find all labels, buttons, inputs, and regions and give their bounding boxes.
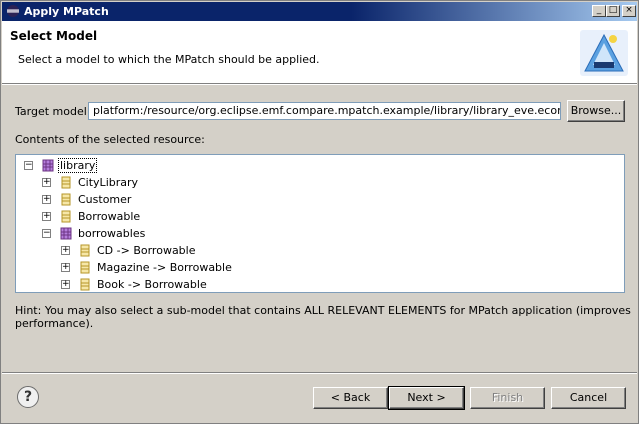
footer-separator [2,372,637,374]
package-icon [42,159,54,172]
class-icon [61,193,71,206]
next-button[interactable]: Next > [388,386,465,410]
tree-item-customer[interactable]: + Customer [16,191,616,208]
contents-label: Contents of the selected resource: [15,133,205,146]
expand-toggle[interactable]: + [42,178,51,187]
collapse-toggle[interactable]: − [24,161,33,170]
class-icon [80,261,90,274]
collapse-toggle[interactable]: − [42,229,51,238]
wizard-banner-icon [580,30,628,76]
finish-button: Finish [470,387,545,409]
tree-item-label: Book -> Borrowable [97,278,207,291]
class-icon [61,210,71,223]
tree-item-borrowables[interactable]: − borrowables [16,225,616,242]
target-model-field[interactable]: platform:/resource/org.eclipse.emf.compa… [88,102,561,120]
close-button[interactable]: × [622,5,636,17]
eclipse-icon [7,5,19,17]
window-title: Apply MPatch [24,5,109,18]
tree-item-cd[interactable]: + CD -> Borrowable [16,242,616,259]
wizard-header: Select Model Select a model to which the… [2,21,637,83]
class-icon [80,244,90,257]
tree-item-label: borrowables [78,227,146,240]
tree-item-label: CD -> Borrowable [97,244,196,257]
tree-item-citylibrary[interactable]: + CityLibrary [16,174,616,191]
tree-item-library[interactable]: − library [16,157,616,174]
help-button[interactable]: ? [17,386,39,408]
tree-item-label: Customer [78,193,132,206]
expand-toggle[interactable]: + [42,195,51,204]
page-description: Select a model to which the MPatch shoul… [18,53,320,66]
minimize-button[interactable]: _ [592,5,606,17]
tree-item-book[interactable]: + Book -> Borrowable [16,276,616,292]
tree-item-label: CityLibrary [78,176,139,189]
expand-toggle[interactable]: + [61,280,70,289]
class-icon [61,176,71,189]
tree-item-label: library [58,158,98,173]
title-bar[interactable]: Apply MPatch _ □ × [2,2,637,21]
maximize-button[interactable]: □ [606,5,620,17]
class-icon [80,278,90,291]
resource-tree[interactable]: − library + CityLibrary + Customer + Bor… [15,154,625,293]
page-title: Select Model [10,29,98,43]
header-separator [2,83,637,85]
expand-toggle[interactable]: + [61,263,70,272]
hint-text: Hint: You may also select a sub-model th… [15,304,631,330]
package-icon [60,227,72,240]
target-model-label: Target model: [15,105,91,118]
tree-item-label: Magazine -> Borrowable [97,261,232,274]
back-button[interactable]: < Back [313,387,388,409]
browse-button[interactable]: Browse... [567,100,625,122]
tree-item-magazine[interactable]: + Magazine -> Borrowable [16,259,616,276]
expand-toggle[interactable]: + [42,212,51,221]
expand-toggle[interactable]: + [61,246,70,255]
tree-item-label: Borrowable [78,210,141,223]
tree-item-borrowable[interactable]: + Borrowable [16,208,616,225]
apply-mpatch-window: Apply MPatch _ □ × Select Model Select a… [0,0,639,424]
cancel-button[interactable]: Cancel [551,387,626,409]
